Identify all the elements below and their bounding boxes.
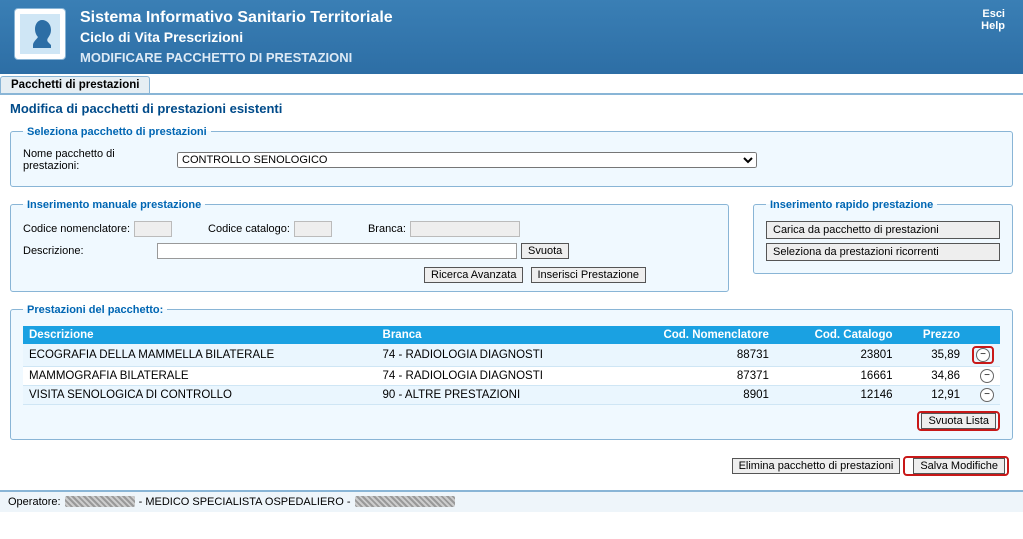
svuota-button[interactable]: Svuota — [521, 243, 569, 259]
app-logo — [14, 8, 66, 60]
group-package-items-legend: Prestazioni del pacchetto: — [23, 304, 167, 316]
cell-branca: 90 - ALTRE PRESTAZIONI — [377, 385, 614, 404]
codice-catalogo-label: Codice catalogo: — [208, 223, 290, 235]
group-select-package: Seleziona pacchetto di prestazioni Nome … — [10, 126, 1013, 187]
operatore-label: Operatore: — [8, 496, 61, 508]
table-row: MAMMOGRAFIA BILATERALE 74 - RADIOLOGIA D… — [23, 366, 1000, 385]
codice-nomenclatore-label: Codice nomenclatore: — [23, 223, 130, 235]
seleziona-ricorrenti-button[interactable]: Seleziona da prestazioni ricorrenti — [766, 243, 1000, 261]
cell-cod-catalogo: 16661 — [775, 366, 899, 385]
operatore-role: - MEDICO SPECIALISTA OSPEDALIERO - — [139, 496, 351, 508]
col-cod-catalogo: Cod. Catalogo — [775, 326, 899, 344]
page-title: Modifica di pacchetti di prestazioni esi… — [0, 95, 1023, 120]
esci-link[interactable]: Esci — [981, 8, 1005, 20]
cell-cod-catalogo: 12146 — [775, 385, 899, 404]
cell-descrizione: MAMMOGRAFIA BILATERALE — [23, 366, 377, 385]
cell-descrizione: ECOGRAFIA DELLA MAMMELLA BILATERALE — [23, 344, 377, 367]
salva-modifiche-button[interactable]: Salva Modifiche — [913, 458, 1005, 474]
carica-pacchetto-button[interactable]: Carica da pacchetto di prestazioni — [766, 221, 1000, 239]
remove-row-icon[interactable]: − — [980, 369, 994, 383]
group-manual-insert-legend: Inserimento manuale prestazione — [23, 199, 205, 211]
package-name-label: Nome pacchetto di prestazioni: — [23, 148, 173, 172]
group-select-package-legend: Seleziona pacchetto di prestazioni — [23, 126, 211, 138]
col-prezzo: Prezzo — [899, 326, 966, 344]
codice-catalogo-input[interactable] — [294, 221, 332, 237]
inserisci-prestazione-button[interactable]: Inserisci Prestazione — [531, 267, 647, 283]
statusbar: Operatore: - MEDICO SPECIALISTA OSPEDALI… — [0, 490, 1023, 512]
profile-silhouette-icon — [20, 14, 60, 54]
col-descrizione: Descrizione — [23, 326, 377, 344]
cell-prezzo: 34,86 — [899, 366, 966, 385]
cell-branca: 74 - RADIOLOGIA DIAGNOSTI — [377, 366, 614, 385]
tab-pacchetti[interactable]: Pacchetti di prestazioni — [0, 76, 150, 93]
app-title: Sistema Informativo Sanitario Territoria… — [80, 8, 393, 27]
cell-prezzo: 12,91 — [899, 385, 966, 404]
branca-label: Branca: — [368, 223, 406, 235]
ricerca-avanzata-button[interactable]: Ricerca Avanzata — [424, 267, 523, 283]
cell-cod-nomenclatore: 87371 — [613, 366, 774, 385]
descrizione-label: Descrizione: — [23, 245, 153, 257]
tabbar: Pacchetti di prestazioni — [0, 76, 1023, 95]
package-items-table: Descrizione Branca Cod. Nomenclatore Cod… — [23, 326, 1000, 405]
help-link[interactable]: Help — [981, 20, 1005, 32]
elimina-pacchetto-button[interactable]: Elimina pacchetto di prestazioni — [732, 458, 901, 474]
header-links: Esci Help — [981, 8, 1005, 32]
app-header: Sistema Informativo Sanitario Territoria… — [0, 0, 1023, 74]
cell-cod-catalogo: 23801 — [775, 344, 899, 367]
cell-prezzo: 35,89 — [899, 344, 966, 367]
operatore-name-redacted — [65, 496, 135, 507]
operatore-extra-redacted — [355, 496, 455, 507]
title-stack: Sistema Informativo Sanitario Territoria… — [80, 8, 393, 66]
descrizione-input[interactable] — [157, 243, 517, 259]
col-cod-nomenclatore: Cod. Nomenclatore — [613, 326, 774, 344]
group-package-items: Prestazioni del pacchetto: Descrizione B… — [10, 304, 1013, 440]
col-branca: Branca — [377, 326, 614, 344]
group-manual-insert: Inserimento manuale prestazione Codice n… — [10, 199, 729, 292]
group-quick-insert: Inserimento rapido prestazione Carica da… — [753, 199, 1013, 274]
cell-descrizione: VISITA SENOLOGICA DI CONTROLLO — [23, 385, 377, 404]
app-subtitle: Ciclo di Vita Prescrizioni — [80, 29, 393, 46]
package-name-select[interactable]: CONTROLLO SENOLOGICO — [177, 152, 757, 168]
footer-actions: Elimina pacchetto di prestazioni Salva M… — [0, 446, 1023, 490]
cell-cod-nomenclatore: 8901 — [613, 385, 774, 404]
remove-row-icon[interactable]: − — [980, 388, 994, 402]
svuota-lista-button[interactable]: Svuota Lista — [921, 413, 996, 429]
codice-nomenclatore-input[interactable] — [134, 221, 172, 237]
cell-cod-nomenclatore: 88731 — [613, 344, 774, 367]
app-action-title: MODIFICARE PACCHETTO DI PRESTAZIONI — [80, 50, 393, 66]
table-row: ECOGRAFIA DELLA MAMMELLA BILATERALE 74 -… — [23, 344, 1000, 367]
group-quick-insert-legend: Inserimento rapido prestazione — [766, 199, 937, 211]
remove-row-icon[interactable]: − — [976, 348, 990, 362]
cell-branca: 74 - RADIOLOGIA DIAGNOSTI — [377, 344, 614, 367]
table-row: VISITA SENOLOGICA DI CONTROLLO 90 - ALTR… — [23, 385, 1000, 404]
branca-input[interactable] — [410, 221, 520, 237]
